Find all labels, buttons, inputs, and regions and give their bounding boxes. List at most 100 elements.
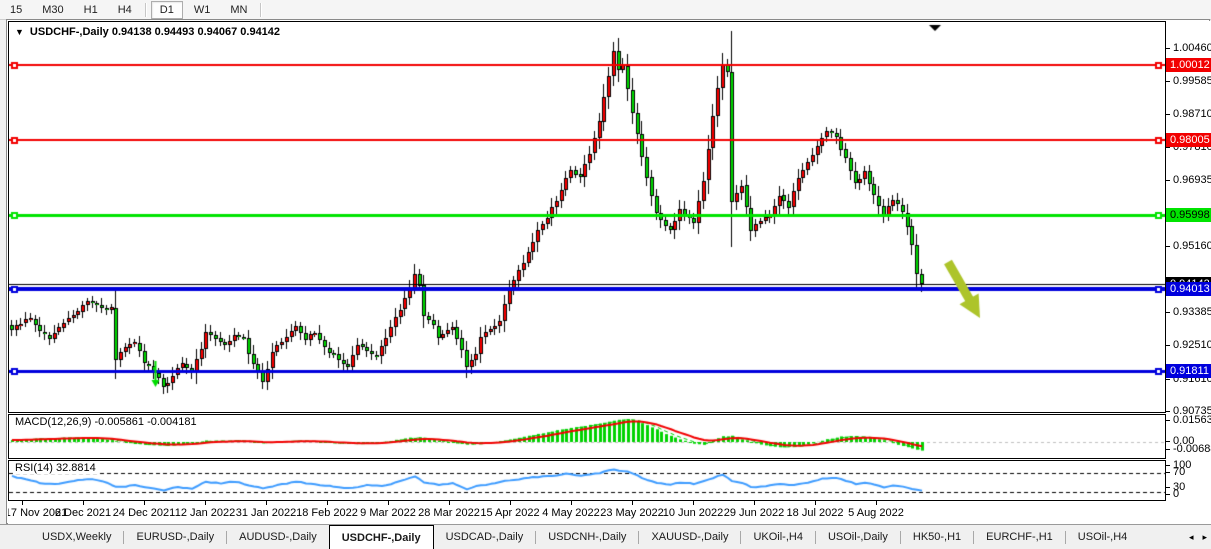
date-axis-tick (388, 501, 389, 505)
indicator-axis-label: 0.015636 (1173, 414, 1211, 426)
macd-pane[interactable]: MACD(12,26,9) -0.005861 -0.004181 (8, 414, 1166, 459)
timeframe-toolbar: 15M30H1H4 D1W1MN (0, 0, 1211, 20)
price-line-badge: 1.00012 (1166, 58, 1211, 72)
date-axis-tick (510, 501, 511, 505)
date-axis-tick (754, 501, 755, 505)
macd-label: MACD(12,26,9) -0.005861 -0.004181 (13, 416, 199, 428)
indicator-axis-tick (1166, 465, 1170, 466)
date-axis-label: 23 May 2022 (600, 507, 664, 519)
toolbar-separator (145, 3, 147, 17)
chart-tab-xauusd-daily[interactable]: XAUUSD-,Daily (639, 525, 740, 549)
chart-tab-hk50-h1[interactable]: HK50-,H1 (901, 525, 973, 549)
date-axis-tick (327, 501, 328, 505)
price-axis-label: 1.00460 (1173, 42, 1211, 54)
date-axis-tick (693, 501, 694, 505)
date-axis-label: 5 Aug 2022 (848, 507, 904, 519)
date-axis-label: 12 Jan 2022 (175, 507, 236, 519)
price-axis-tick (1166, 81, 1170, 82)
rsi-label: RSI(14) 32.8814 (13, 462, 98, 474)
tab-scroll-left-icon[interactable]: ◂ (1189, 532, 1194, 543)
timeframe-button-m30[interactable]: M30 (33, 1, 72, 19)
chart-tab-usoil-h4[interactable]: USOil-,H4 (1066, 525, 1140, 549)
chart-dropdown-icon[interactable]: ▼ (15, 27, 24, 37)
timeframe-button-h4[interactable]: H4 (109, 1, 141, 19)
chart-tab-audusd-daily[interactable]: AUDUSD-,Daily (227, 525, 329, 549)
price-axis-tick (1166, 246, 1170, 247)
date-axis-label: 9 Mar 2022 (360, 507, 416, 519)
date-axis-tick (144, 501, 145, 505)
indicator-axis-label: 0 (1173, 488, 1179, 500)
chart-tab-usdcnh-daily[interactable]: USDCNH-,Daily (536, 525, 638, 549)
timeframe-button-h1[interactable]: H1 (75, 1, 107, 19)
price-line-badge: 0.94013 (1166, 282, 1211, 296)
price-pane[interactable]: ▼ USDCHF-,Daily 0.94138 0.94493 0.94067 0… (8, 21, 1166, 413)
price-axis-label: 0.99585 (1173, 75, 1211, 87)
price-axis-tick (1166, 379, 1170, 380)
chart-tab-ukoil-h4[interactable]: UKOil-,H4 (741, 525, 815, 549)
date-axis-tick (205, 501, 206, 505)
price-axis-tick (1166, 345, 1170, 346)
price-axis-tick (1166, 147, 1170, 148)
toolbar-separator (260, 3, 262, 17)
price-line-badge: 0.91811 (1166, 364, 1211, 378)
price-axis-tick (1166, 312, 1170, 313)
timeframe-button-mn[interactable]: MN (221, 1, 256, 19)
indicator-axis-tick (1166, 472, 1170, 473)
date-axis-label: 6 Dec 2021 (55, 507, 111, 519)
date-axis-tick (449, 501, 450, 505)
date-axis-tick (571, 501, 572, 505)
timeframe-button-d1[interactable]: D1 (151, 1, 183, 19)
price-axis-label: 0.92510 (1173, 339, 1211, 351)
rsi-canvas[interactable] (9, 461, 1165, 500)
date-axis-tick (266, 501, 267, 505)
chart-title: ▼ USDCHF-,Daily 0.94138 0.94493 0.94067 0… (15, 26, 280, 38)
date-axis-tick (815, 501, 816, 505)
indicator-axis-tick (1166, 420, 1170, 421)
indicator-axis-tick (1166, 494, 1170, 495)
price-axis-tick (1166, 48, 1170, 49)
date-axis-tick (22, 501, 23, 505)
price-axis-label: 0.95160 (1173, 240, 1211, 252)
chart-tab-usdcad-daily[interactable]: USDCAD-,Daily (434, 525, 536, 549)
date-axis-label: 31 Jan 2022 (236, 507, 297, 519)
indicator-axis-tick (1166, 487, 1170, 488)
chart-tab-eurchf-h1[interactable]: EURCHF-,H1 (974, 525, 1065, 549)
mt4-workspace: 15M30H1H4 D1W1MN ▼ USDCHF-,Daily 0.94138 0… (0, 0, 1211, 549)
price-axis-label: 0.98710 (1173, 108, 1211, 120)
price-axis: 1.004600.995850.987100.978100.969350.951… (1166, 21, 1211, 524)
price-axis-tick (1166, 411, 1170, 412)
date-axis-tick (632, 501, 633, 505)
chart-tab-usdx-weekly[interactable]: USDX,Weekly (30, 525, 123, 549)
price-axis-tick (1166, 180, 1170, 181)
price-line-badge: 0.98005 (1166, 133, 1211, 147)
chart-title-text: USDCHF-,Daily 0.94138 0.94493 0.94067 0.… (30, 26, 280, 38)
indicator-axis-label: -0.006884 (1173, 443, 1211, 455)
chart-tab-eurusd-daily[interactable]: EURUSD-,Daily (124, 525, 226, 549)
indicator-axis-label: 70 (1173, 466, 1185, 478)
timeframe-button-15[interactable]: 15 (1, 1, 31, 19)
main-chart-canvas[interactable] (9, 22, 1165, 412)
date-axis-label: 4 May 2022 (542, 507, 599, 519)
tab-scroll-controls: ◂▸ (1189, 525, 1207, 549)
tab-scroll-right-icon[interactable]: ▸ (1202, 532, 1207, 543)
timeframe-button-w1[interactable]: W1 (185, 1, 220, 19)
date-axis: 17 Nov 20216 Dec 202124 Dec 202112 Jan 2… (8, 501, 1166, 524)
date-axis-label: 29 Jun 2022 (724, 507, 785, 519)
chart-tab-usoil-daily[interactable]: USOil-,Daily (816, 525, 900, 549)
price-axis-tick (1166, 114, 1170, 115)
chart-tab-bar: USDX,WeeklyEURUSD-,DailyAUDUSD-,DailyUSD… (0, 524, 1211, 549)
chart-tab-usdchf-daily[interactable]: USDCHF-,Daily (329, 525, 434, 549)
indicator-axis-tick (1166, 441, 1170, 442)
price-line-badge: 0.95998 (1166, 208, 1211, 222)
date-axis-label: 10 Jun 2022 (663, 507, 724, 519)
date-axis-tick (876, 501, 877, 505)
date-axis-tick (83, 501, 84, 505)
indicator-axis-tick (1166, 449, 1170, 450)
price-axis-label: 0.93385 (1173, 306, 1211, 318)
date-axis-label: 15 Apr 2022 (480, 507, 539, 519)
date-axis-label: 18 Feb 2022 (296, 507, 358, 519)
price-axis-label: 0.96935 (1173, 174, 1211, 186)
rsi-pane[interactable]: RSI(14) 32.8814 (8, 460, 1166, 501)
date-axis-label: 24 Dec 2021 (113, 507, 175, 519)
date-axis-label: 18 Jul 2022 (787, 507, 844, 519)
